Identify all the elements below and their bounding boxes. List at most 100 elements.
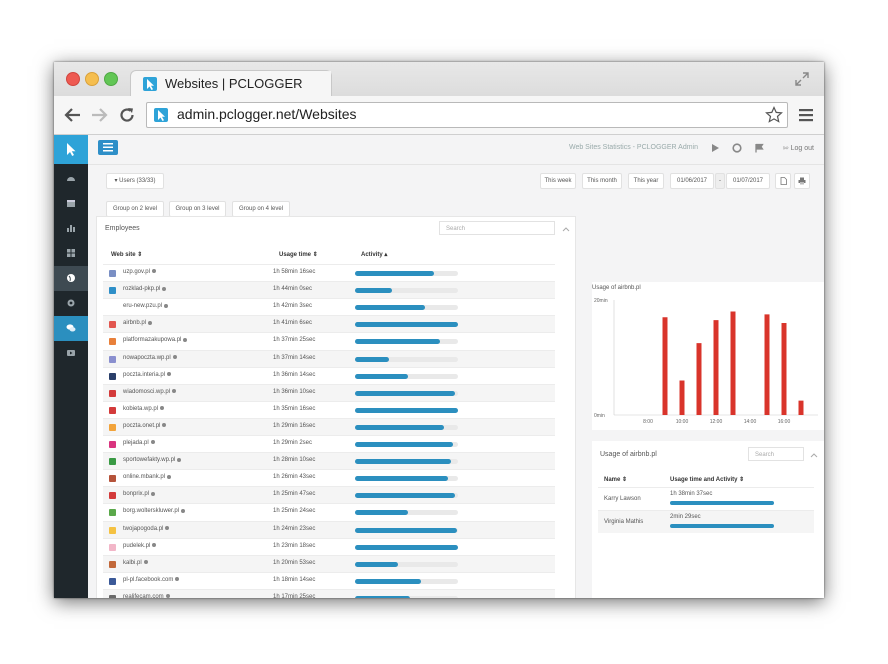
minimize-window-button[interactable] (85, 72, 99, 86)
users-filter-button[interactable]: ▾ Users (33/33) (106, 173, 164, 189)
this-week-button[interactable]: This week (540, 173, 576, 189)
info-icon[interactable] (181, 508, 186, 513)
site-name[interactable]: wiadomosci.wp.pl (123, 389, 177, 395)
site-name[interactable]: platformazakupowa.pl (123, 337, 188, 343)
export-button[interactable] (775, 173, 791, 189)
sidebar-item-settings[interactable] (54, 291, 88, 316)
info-icon[interactable] (167, 474, 172, 479)
address-bar[interactable]: admin.pclogger.net/Websites (146, 102, 788, 128)
site-name[interactable]: bonprix.pl (123, 491, 156, 497)
sidebar-item-video[interactable] (54, 341, 88, 366)
info-icon[interactable] (160, 406, 165, 411)
site-name[interactable]: online.mbank.pl (123, 474, 172, 480)
group-level-2-button[interactable]: Group on 2 level (106, 201, 164, 217)
info-icon[interactable] (167, 372, 172, 377)
fullscreen-icon[interactable] (794, 71, 810, 87)
table-row[interactable]: kalbi.pl 1h 20min 53sec (103, 554, 555, 573)
site-name[interactable]: airbnb.pl (123, 320, 153, 326)
column-website[interactable]: Web site ⇕ (111, 251, 142, 258)
site-name[interactable]: poczta.interia.pl (123, 372, 172, 378)
info-icon[interactable] (150, 440, 155, 445)
site-name[interactable]: kalbi.pl (123, 560, 148, 566)
sidebar-item-reports[interactable] (54, 216, 88, 241)
table-row[interactable]: kobieta.wp.pl 1h 35min 16sec (103, 400, 555, 419)
site-name[interactable]: twojapogoda.pl (123, 525, 170, 532)
info-icon[interactable] (164, 303, 169, 308)
employees-search-input[interactable]: Search (439, 221, 555, 235)
site-name[interactable]: pl-pl.facebook.com (123, 577, 180, 583)
date-to-input[interactable]: 01/07/2017 (726, 173, 770, 189)
table-row[interactable]: sportowefakty.wp.pl 1h 28min 10sec (103, 452, 555, 471)
info-icon[interactable] (148, 320, 153, 325)
site-name[interactable]: kobieta.wp.pl (123, 406, 165, 412)
column-activity[interactable]: Activity ▴ (361, 251, 387, 258)
table-row[interactable]: twojapogoda.pl 1h 24min 23sec (103, 520, 555, 539)
table-row[interactable]: uzp.gov.pl 1h 58min 16sec (103, 264, 555, 282)
table-row[interactable]: poczta.onet.pl 1h 29min 16sec (103, 417, 555, 436)
table-row[interactable]: realifecam.com 1h 17min 25sec (103, 588, 555, 598)
this-month-button[interactable]: This month (582, 173, 622, 189)
sidebar-item-websites[interactable] (54, 266, 88, 291)
group-level-3-button[interactable]: Group on 3 level (169, 201, 226, 217)
print-button[interactable] (794, 173, 810, 189)
site-name[interactable]: pudelek.pl (123, 543, 157, 549)
app-logo-icon[interactable] (54, 135, 88, 164)
table-row[interactable]: poczta.interia.pl 1h 36min 14sec (103, 366, 555, 385)
sidebar-item-calendar[interactable] (54, 191, 88, 216)
info-icon[interactable] (162, 423, 167, 428)
site-name[interactable]: eru-new.pzu.pl (123, 303, 169, 309)
site-name[interactable]: sportowefakty.wp.pl (123, 457, 182, 463)
table-row[interactable]: pudelek.pl 1h 23min 18sec (103, 537, 555, 556)
site-name[interactable]: borg.wolterskluwer.pl (123, 508, 186, 514)
site-name[interactable]: realifecam.com (123, 594, 170, 598)
zoom-window-button[interactable] (104, 72, 118, 86)
table-row[interactable]: pl-pl.facebook.com 1h 18min 14sec (103, 571, 555, 590)
site-name[interactable]: poczta.onet.pl (123, 423, 167, 429)
back-arrow-icon[interactable] (64, 106, 82, 124)
info-icon[interactable] (183, 337, 188, 342)
bookmark-star-icon[interactable] (765, 106, 783, 124)
info-icon[interactable] (165, 525, 170, 530)
table-row[interactable]: online.mbank.pl 1h 26min 43sec (103, 469, 555, 487)
sidebar-item-dashboard[interactable] (54, 166, 88, 191)
info-icon[interactable] (151, 269, 156, 274)
close-window-button[interactable] (66, 72, 80, 86)
info-icon[interactable] (162, 286, 167, 291)
info-icon[interactable] (177, 457, 182, 462)
usage-search-input[interactable]: Search (748, 447, 804, 461)
table-row[interactable]: Karry Lawson 1h 38min 37sec (598, 487, 814, 510)
info-icon[interactable] (151, 491, 156, 496)
this-year-button[interactable]: This year (628, 173, 664, 189)
site-name[interactable]: plejada.pl (123, 440, 155, 446)
table-row[interactable]: airbnb.pl 1h 41min 6sec (103, 315, 555, 334)
column-name[interactable]: Name ⇕ (604, 476, 627, 483)
info-icon[interactable] (165, 594, 170, 598)
menu-toggle-button[interactable] (98, 140, 118, 155)
reload-icon[interactable] (118, 106, 136, 124)
flag-icon[interactable] (754, 143, 764, 153)
column-usage-activity[interactable]: Usage time and Activity ⇕ (670, 476, 744, 483)
site-name[interactable]: rozklad-pkp.pl (123, 286, 167, 292)
table-row[interactable]: nowapoczta.wp.pl 1h 37min 14sec (103, 349, 555, 368)
browser-menu-icon[interactable] (798, 108, 814, 122)
support-icon[interactable] (732, 143, 742, 153)
table-row[interactable]: borg.wolterskluwer.pl 1h 25min 24sec (103, 503, 555, 521)
play-icon[interactable] (710, 143, 720, 153)
table-row[interactable]: plejada.pl 1h 29min 2sec (103, 435, 555, 453)
info-icon[interactable] (143, 560, 148, 565)
info-icon[interactable] (175, 577, 180, 582)
table-row[interactable]: Virginia Mathis 2min 29sec (598, 510, 814, 533)
info-icon[interactable] (152, 543, 157, 548)
collapse-chevron-icon[interactable] (562, 226, 570, 232)
sidebar-item-chat[interactable] (54, 316, 88, 341)
logout-link[interactable]: ⇰ Log out (783, 144, 814, 152)
forward-arrow-icon[interactable] (90, 106, 108, 124)
site-name[interactable]: nowapoczta.wp.pl (123, 355, 177, 361)
collapse-chevron-icon[interactable] (810, 452, 818, 458)
browser-tab[interactable]: Websites | PCLOGGER (130, 70, 332, 97)
info-icon[interactable] (172, 354, 177, 359)
table-row[interactable]: wiadomosci.wp.pl 1h 36min 10sec (103, 383, 555, 402)
table-row[interactable]: eru-new.pzu.pl 1h 42min 3sec (103, 298, 555, 316)
sidebar-item-applications[interactable] (54, 241, 88, 266)
date-from-input[interactable]: 01/06/2017 (670, 173, 714, 189)
